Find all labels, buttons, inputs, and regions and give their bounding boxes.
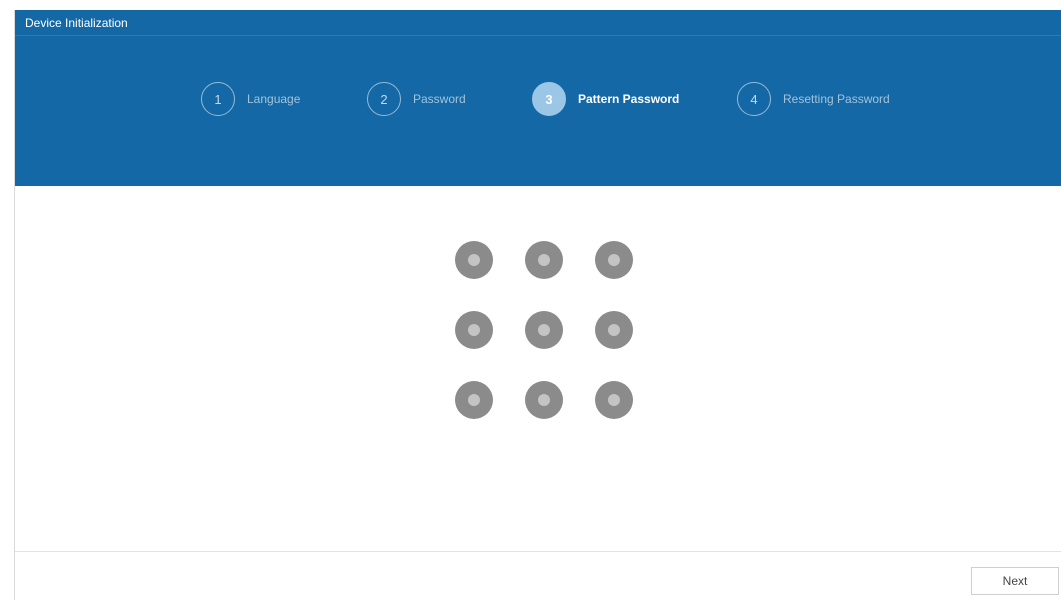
footer-bar: Next (15, 551, 1061, 600)
step-pattern-password: 3 Pattern Password (532, 81, 679, 117)
step-number-circle: 4 (737, 82, 771, 116)
step-label: Resetting Password (783, 92, 890, 106)
pattern-dot-9[interactable] (595, 381, 633, 419)
step-indicator: 1 Language 2 Password 3 Pattern Password… (15, 81, 1061, 117)
step-password: 2 Password (367, 81, 466, 117)
step-number-circle: 1 (201, 82, 235, 116)
title-bar: Device Initialization (15, 10, 1061, 36)
step-label: Password (413, 92, 466, 106)
step-language: 1 Language (201, 81, 300, 117)
step-resetting-password: 4 Resetting Password (737, 81, 890, 117)
pattern-grid (15, 186, 1061, 551)
step-label: Pattern Password (578, 92, 680, 106)
step-label: Language (247, 92, 301, 106)
window-title: Device Initialization (25, 15, 128, 30)
pattern-dot-6[interactable] (595, 311, 633, 349)
pattern-dot-2[interactable] (525, 241, 563, 279)
pattern-dot-7[interactable] (455, 381, 493, 419)
pattern-dot-1[interactable] (455, 241, 493, 279)
pattern-dot-5[interactable] (525, 311, 563, 349)
next-button[interactable]: Next (971, 567, 1059, 595)
pattern-dot-4[interactable] (455, 311, 493, 349)
pattern-dot-3[interactable] (595, 241, 633, 279)
header: Device Initialization 1 Language 2 Passw… (15, 10, 1061, 186)
pattern-dot-8[interactable] (525, 381, 563, 419)
step-number-circle: 2 (367, 82, 401, 116)
step-number-circle: 3 (532, 82, 566, 116)
device-initialization-window: Device Initialization 1 Language 2 Passw… (14, 10, 1061, 600)
